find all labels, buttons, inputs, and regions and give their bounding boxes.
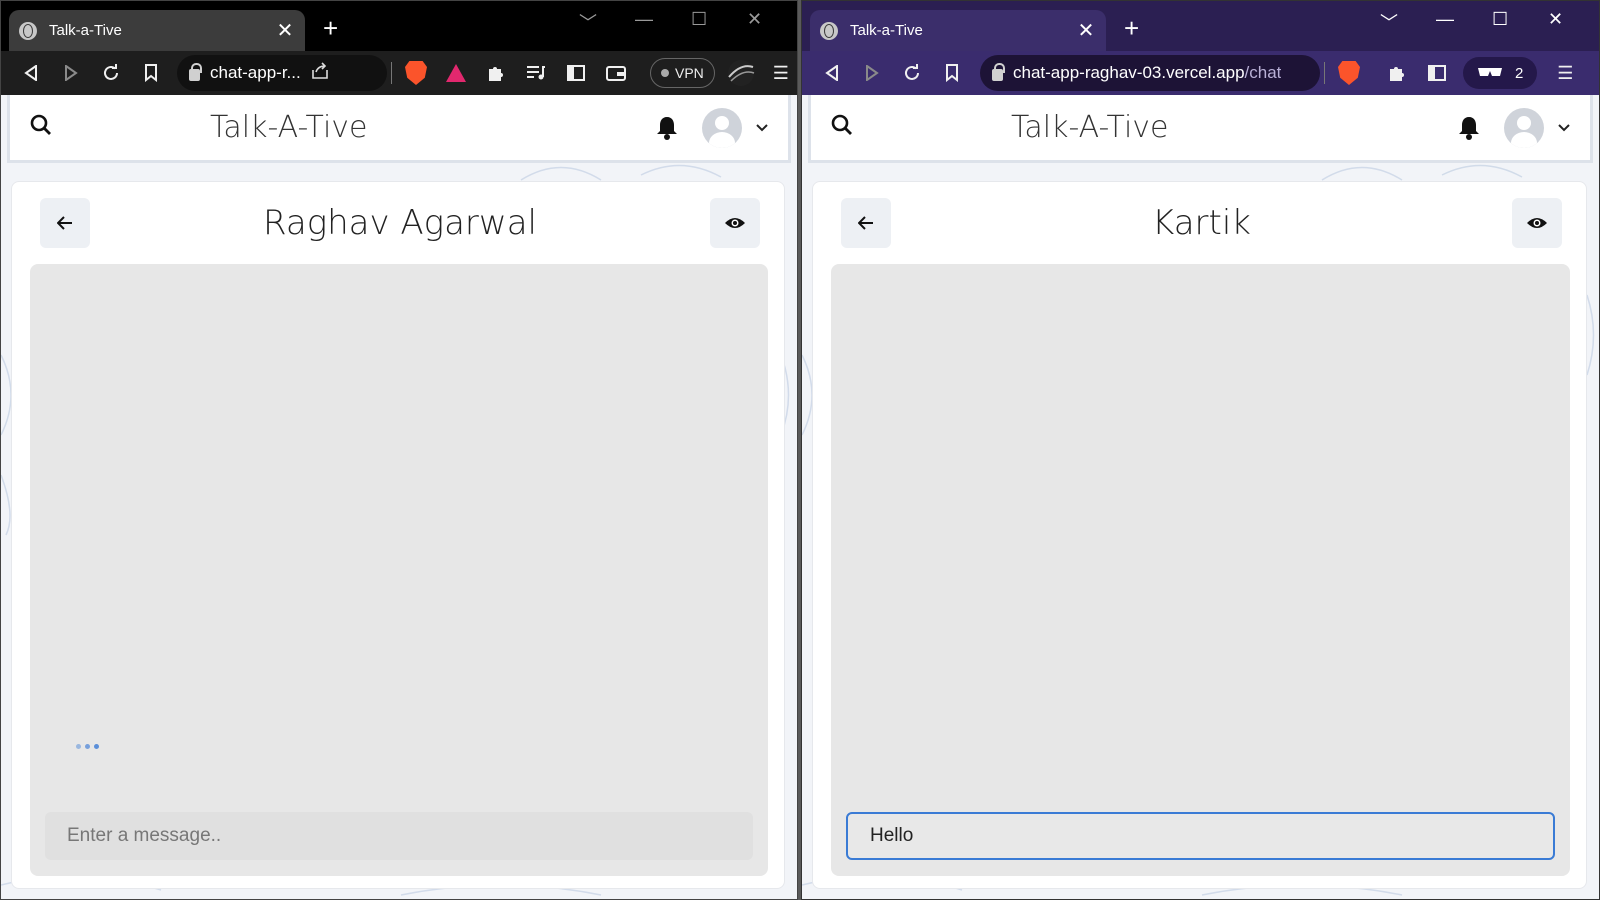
brave-rewards-icon[interactable] [436, 57, 476, 89]
brave-shields-icon[interactable] [1329, 57, 1369, 89]
browser-window-left: Talk-a-Tive ✕ + ﹀ — ☐ ✕ chat-app-r... VP… [0, 0, 798, 900]
user-avatar[interactable] [1504, 107, 1544, 148]
app-title: Talk-A-Tive [1011, 110, 1169, 145]
private-profile-button[interactable]: 2 [1463, 57, 1538, 89]
url-host: chat-app-raghav-03.vercel.app [1013, 63, 1245, 82]
close-tab-icon[interactable]: ✕ [275, 18, 295, 43]
menu-icon[interactable]: ☰ [761, 57, 797, 89]
browser-toolbar: chat-app-r... VPN ☰ [1, 51, 797, 95]
back-arrow-button[interactable] [40, 198, 90, 248]
close-window-button[interactable]: ✕ [747, 9, 762, 30]
minimize-button[interactable]: — [635, 9, 653, 30]
new-tab-button[interactable]: + [323, 15, 338, 41]
back-button[interactable] [11, 57, 51, 89]
search-icon[interactable] [30, 114, 60, 141]
divider [391, 62, 392, 84]
message-input[interactable] [45, 812, 753, 860]
notification-bell-icon[interactable] [1458, 116, 1480, 140]
sidebar-toggle-icon[interactable] [556, 57, 596, 89]
forward-button[interactable] [51, 57, 91, 89]
share-icon[interactable] [311, 61, 329, 85]
maximize-button[interactable]: ☐ [1492, 9, 1508, 30]
lock-icon [992, 63, 1005, 81]
bookmark-icon[interactable] [131, 57, 171, 89]
chevron-down-icon[interactable] [1558, 119, 1570, 137]
chat-box: Kartik [812, 181, 1587, 889]
tab-title: Talk-a-Tive [850, 22, 923, 39]
web-page: Talk-A-Tive Kartik [802, 95, 1599, 899]
chat-box: Raghav Agarwal [11, 181, 785, 889]
vpn-button[interactable]: VPN [650, 58, 715, 88]
back-arrow-button[interactable] [841, 198, 891, 248]
search-icon[interactable] [831, 114, 861, 141]
message-input[interactable] [846, 812, 1555, 860]
extensions-puzzle-icon[interactable] [476, 57, 516, 89]
vpn-status-dot [661, 69, 669, 77]
web-page: Talk-A-Tive Raghav Agarwal [1, 95, 797, 899]
view-profile-eye-button[interactable] [1511, 198, 1562, 248]
app-header: Talk-A-Tive [808, 95, 1593, 163]
reload-button[interactable] [892, 57, 932, 89]
app-title: Talk-A-Tive [210, 110, 368, 145]
bookmark-icon[interactable] [932, 57, 972, 89]
tab-title: Talk-a-Tive [49, 22, 122, 39]
wallet-icon[interactable] [596, 57, 636, 89]
browser-tab[interactable]: Talk-a-Tive ✕ [810, 10, 1106, 51]
chat-header: Raghav Agarwal [40, 198, 760, 248]
globe-icon [820, 21, 838, 40]
maximize-button[interactable]: ☐ [691, 9, 707, 30]
sidebar-toggle-icon[interactable] [1417, 57, 1457, 89]
minimize-button[interactable]: — [1436, 9, 1454, 30]
browser-toolbar: chat-app-raghav-03.vercel.app/chat 2 ☰ [802, 51, 1599, 95]
tab-bar: Talk-a-Tive ✕ + ﹀ — ☐ ✕ [1, 1, 797, 51]
tab-search-chevron-icon[interactable]: ﹀ [579, 9, 597, 35]
chat-header: Kartik [841, 198, 1562, 248]
view-profile-eye-button[interactable] [710, 198, 760, 248]
lock-icon [189, 63, 202, 81]
globe-icon [19, 21, 37, 40]
address-bar[interactable]: chat-app-r... [177, 55, 387, 91]
forward-button[interactable] [852, 57, 892, 89]
notification-bell-icon[interactable] [656, 116, 678, 140]
brave-shields-icon[interactable] [396, 57, 436, 89]
messages-area [831, 264, 1570, 876]
url-text: chat-app-raghav-03.vercel.app/chat [1013, 63, 1281, 83]
tab-bar: Talk-a-Tive ✕ + ﹀ — ☐ ✕ [802, 1, 1599, 51]
url-path: /chat [1244, 63, 1282, 82]
private-window-count: 2 [1515, 64, 1524, 82]
reload-button[interactable] [91, 57, 131, 89]
media-playlist-icon[interactable] [516, 57, 556, 89]
extensions-puzzle-icon[interactable] [1377, 57, 1417, 89]
incognito-glasses-icon [1477, 65, 1503, 82]
menu-icon[interactable]: ☰ [1545, 57, 1585, 89]
close-tab-icon[interactable]: ✕ [1076, 18, 1096, 43]
new-tab-button[interactable]: + [1124, 15, 1139, 41]
browser-tab[interactable]: Talk-a-Tive ✕ [9, 10, 305, 51]
chat-partner-name: Raghav Agarwal [263, 203, 537, 243]
vpn-label: VPN [675, 65, 704, 81]
chevron-down-icon[interactable] [756, 119, 768, 137]
typing-indicator [76, 744, 99, 749]
back-button[interactable] [812, 57, 852, 89]
messages-area [30, 264, 768, 876]
app-header: Talk-A-Tive [7, 95, 791, 163]
close-window-button[interactable]: ✕ [1548, 9, 1563, 30]
url-text: chat-app-r... [210, 63, 301, 82]
browser-window-right: Talk-a-Tive ✕ + ﹀ — ☐ ✕ chat-app-raghav-… [801, 0, 1600, 900]
profile-avatar-icon[interactable] [721, 57, 761, 89]
divider [1324, 62, 1325, 84]
user-avatar[interactable] [702, 107, 742, 148]
chat-partner-name: Kartik [1152, 203, 1251, 243]
tab-search-chevron-icon[interactable]: ﹀ [1380, 9, 1398, 35]
address-bar[interactable]: chat-app-raghav-03.vercel.app/chat [980, 55, 1320, 91]
